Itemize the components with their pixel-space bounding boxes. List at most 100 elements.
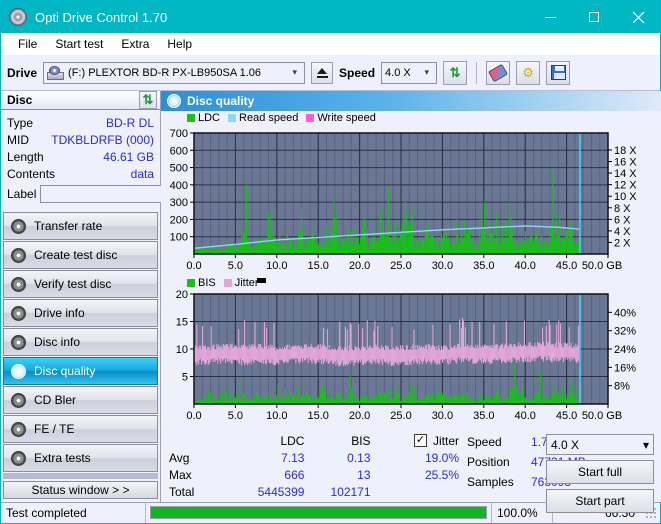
- legend-swatch: [306, 114, 315, 122]
- legend-item: LDC: [187, 112, 220, 124]
- disc-panel-title: Disc: [7, 93, 33, 107]
- minimize-button[interactable]: [528, 1, 572, 33]
- erase-button[interactable]: [486, 60, 511, 85]
- start-full-button[interactable]: Start full: [546, 460, 654, 484]
- progress-container: [146, 503, 491, 523]
- sidebar-item-extra-tests[interactable]: Extra tests: [3, 444, 158, 472]
- disc-row-mid: MID TDKBLDRFB (000): [7, 131, 154, 148]
- sidebar-item-drive-info[interactable]: Drive info: [3, 299, 158, 327]
- svg-text:18 X: 18 X: [614, 145, 637, 157]
- disc-row-contents: Contents data: [7, 165, 154, 182]
- svg-text:2 X: 2 X: [614, 237, 631, 249]
- content-area: Disc quality LDC Read speed Write speed 70…: [161, 91, 661, 513]
- disc-refresh-button[interactable]: ⇅: [139, 91, 157, 109]
- status-window-button[interactable]: Status window > >: [3, 481, 158, 499]
- ldc-chart-canvas[interactable]: 700 600 500 400 300 200 100 18 X16 X14 X12 X10 …: [161, 111, 661, 276]
- legend-label: BIS: [198, 277, 216, 289]
- sidebar-item-transfer-rate[interactable]: Transfer rate: [3, 212, 158, 240]
- disc-panel-header: Disc ⇅: [1, 91, 160, 110]
- menu-extra[interactable]: Extra: [112, 35, 158, 53]
- sidebar-item-disc-info[interactable]: Disc info: [3, 328, 158, 356]
- maximize-icon: [589, 12, 599, 22]
- bis-jitter-chart-canvas[interactable]: 20 15 10 5 40% 32% 24% 16% 8% 0.0 5.0 10.0 15.0 20.0 2…: [161, 276, 661, 428]
- tools-icon: ⚙: [522, 64, 534, 80]
- close-button[interactable]: [616, 1, 660, 33]
- svg-text:15.0: 15.0: [307, 410, 328, 422]
- column-header-jitter: Jitter: [432, 433, 459, 448]
- disc-icon: [11, 305, 26, 321]
- sidebar-item-disc-quality[interactable]: Disc quality: [3, 357, 158, 385]
- menu-bar: File Start test Extra Help: [1, 33, 660, 55]
- legend-item: BIS: [187, 277, 216, 289]
- refresh-icon: ⇅: [449, 64, 461, 80]
- svg-text:0.0: 0.0: [186, 260, 201, 272]
- sidebar-item-label: CD Bler: [34, 393, 77, 407]
- speed-select[interactable]: 4.0 X ▾: [381, 61, 438, 84]
- svg-text:200: 200: [170, 214, 188, 226]
- sidebar-item-fe-te[interactable]: FE / TE: [3, 415, 158, 443]
- refresh-button[interactable]: ⇅: [443, 60, 468, 85]
- legend-item: Jitter: [223, 277, 259, 289]
- jitter-checkbox[interactable]: ✓: [413, 434, 427, 447]
- menu-file[interactable]: File: [9, 35, 46, 53]
- svg-text:35.0: 35.0: [473, 410, 494, 422]
- status-text: Test completed: [1, 502, 146, 523]
- sidebar-item-label: Extra tests: [34, 451, 91, 465]
- results-table: LDC BIS ✓ Jitter Avg 7.13 0.13 19.0% Max…: [169, 432, 459, 500]
- legend-swatch: [228, 114, 237, 122]
- svg-text:12 X: 12 X: [614, 180, 637, 192]
- speed-metric-label: Speed: [467, 435, 502, 449]
- sidebar-item-label: FE / TE: [34, 422, 75, 436]
- disc-length-label: Length: [7, 149, 44, 164]
- row-label-max: Max: [169, 467, 192, 482]
- sidebar-divider: [3, 473, 158, 480]
- save-button[interactable]: [546, 60, 571, 85]
- sidebar-item-create-test-disc[interactable]: Create test disc: [3, 241, 158, 269]
- legend-label: Jitter: [234, 277, 259, 289]
- eject-button[interactable]: [311, 61, 334, 84]
- tools-button[interactable]: ⚙: [516, 60, 541, 85]
- drive-icon: [47, 65, 65, 80]
- disc-mid-label: MID: [7, 132, 29, 147]
- svg-text:40.0: 40.0: [514, 410, 535, 422]
- svg-text:100: 100: [170, 232, 188, 244]
- page-title: Disc quality: [187, 94, 255, 108]
- sidebar-item-cd-bler[interactable]: CD Bler: [3, 386, 158, 414]
- svg-text:35.0: 35.0: [473, 260, 494, 272]
- svg-text:32%: 32%: [614, 326, 636, 338]
- disc-icon: [11, 334, 26, 350]
- svg-text:10.0: 10.0: [266, 260, 287, 272]
- table-row: Max 666 13 25.5%: [169, 466, 459, 483]
- sidebar-item-verify-test-disc[interactable]: Verify test disc: [3, 270, 158, 298]
- legend-label: Write speed: [317, 112, 376, 124]
- svg-text:45.0: 45.0: [556, 260, 577, 272]
- total-bis-value: 102171: [330, 484, 371, 499]
- column-header-bis: BIS: [351, 433, 371, 448]
- legend-item: Write speed: [306, 112, 376, 124]
- svg-text:5.0: 5.0: [228, 410, 243, 422]
- total-jitter-value: [371, 483, 459, 500]
- start-part-button[interactable]: Start part: [546, 489, 654, 513]
- maximize-button[interactable]: [572, 1, 616, 33]
- test-speed-value: 4.0 X: [551, 437, 580, 452]
- window-controls: [528, 1, 660, 33]
- disc-icon: [11, 392, 26, 408]
- progress-bar: [150, 506, 487, 519]
- close-icon: [632, 11, 644, 23]
- disc-row-length: Length 46.61 GB: [7, 148, 154, 165]
- svg-text:8 X: 8 X: [614, 203, 631, 215]
- menu-start-test[interactable]: Start test: [46, 35, 112, 53]
- eraser-icon: [488, 63, 508, 82]
- svg-text:25.0: 25.0: [390, 410, 411, 422]
- sidebar-item-label: Verify test disc: [34, 277, 112, 291]
- disc-type-label: Type: [7, 115, 34, 130]
- test-speed-select[interactable]: 4.0 X ▾: [546, 434, 654, 455]
- avg-bis-value: 0.13: [347, 450, 371, 465]
- bis-jitter-chart-legend: BIS Jitter: [187, 277, 263, 289]
- row-label-total: Total: [169, 484, 195, 499]
- samples-label: Samples: [467, 475, 514, 489]
- drive-select[interactable]: (F:) PLEXTOR BD-R PX-LB950SA 1.06 ▾: [43, 61, 306, 84]
- menu-help[interactable]: Help: [158, 35, 201, 53]
- svg-text:10 X: 10 X: [614, 191, 637, 203]
- svg-text:20: 20: [176, 289, 188, 301]
